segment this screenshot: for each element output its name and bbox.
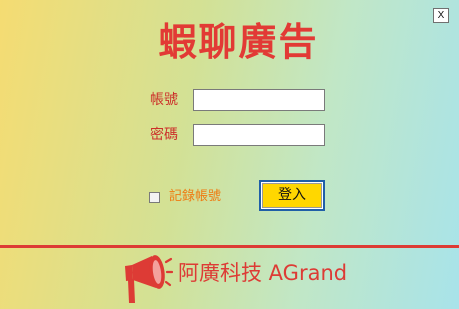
account-label: 帳號 (150, 92, 178, 108)
login-button[interactable]: 登入 (259, 180, 325, 211)
company-name: 阿廣科技 AGrand (178, 261, 348, 285)
remember-account-option[interactable]: 記錄帳號 (149, 188, 221, 206)
app-title: 蝦聊廣告 (158, 20, 319, 64)
footer-divider (0, 245, 459, 248)
password-input[interactable] (193, 124, 325, 146)
megaphone-icon (125, 255, 173, 303)
password-label: 密碼 (150, 127, 178, 143)
remember-account-checkbox[interactable] (149, 191, 160, 203)
login-window: X 蝦聊廣告 帳號 密碼 記錄帳號 登入 阿廣科技 AGrand (0, 0, 459, 309)
remember-account-label[interactable]: 記錄帳號 (169, 188, 221, 206)
account-input[interactable] (193, 89, 325, 111)
